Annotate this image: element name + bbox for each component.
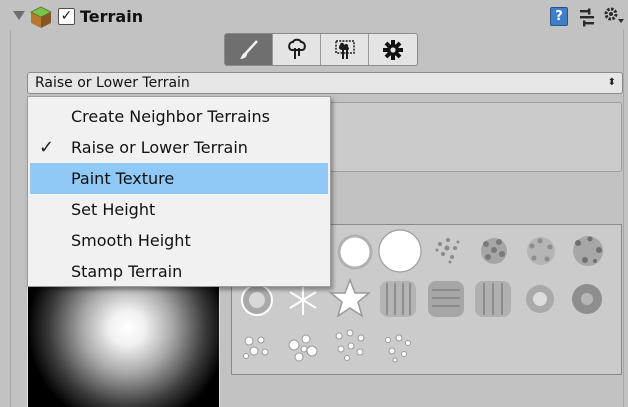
brush-texture-3[interactable] <box>472 278 514 320</box>
brush-noise-3[interactable] <box>520 230 562 272</box>
brush-circle-large[interactable] <box>377 228 423 274</box>
menu-item-create-neighbor-terrains[interactable]: Create Neighbor Terrains <box>28 101 330 132</box>
presets-sliders-icon[interactable] <box>577 7 597 27</box>
menu-item-label: Smooth Height <box>71 231 191 250</box>
brush-noise-1[interactable] <box>428 230 470 272</box>
tool-terrain-settings[interactable] <box>369 34 417 65</box>
dropdown-arrows-icon: ⬍ <box>607 77 616 88</box>
component-title: Terrain <box>80 7 144 26</box>
tool-paint-trees[interactable] <box>273 34 321 65</box>
terrain-cube-icon <box>30 6 52 28</box>
menu-item-set-height[interactable]: Set Height <box>28 194 330 225</box>
brush-bubbles-1[interactable] <box>236 327 278 369</box>
terrain-mode-dropdown[interactable]: Raise or Lower Terrain ⬍ <box>27 72 623 94</box>
menu-item-label: Create Neighbor Terrains <box>71 107 270 126</box>
brush-circle-small[interactable] <box>334 231 376 273</box>
menu-item-paint-texture[interactable]: Paint Texture <box>30 163 328 194</box>
brush-texture-1[interactable] <box>377 278 419 320</box>
help-book-icon[interactable]: ? <box>550 7 568 26</box>
gear-icon <box>383 39 403 60</box>
brush-cloud-3[interactable] <box>566 278 608 320</box>
menu-item-label: Raise or Lower Terrain <box>71 138 248 157</box>
checkmark-icon: ✓ <box>39 137 55 158</box>
component-settings-gear-icon[interactable] <box>603 6 625 26</box>
brush-texture-2[interactable] <box>425 278 467 320</box>
terrain-tool-toolbar <box>224 33 418 66</box>
brush-noise-2[interactable] <box>473 230 515 272</box>
menu-item-smooth-height[interactable]: Smooth Height <box>28 225 330 256</box>
terrain-mode-popup-menu: Create Neighbor Terrains ✓ Raise or Lowe… <box>27 96 331 287</box>
paintbrush-icon <box>239 39 258 59</box>
tree-icon <box>287 38 306 59</box>
menu-item-stamp-terrain[interactable]: Stamp Terrain <box>28 256 330 287</box>
brush-cloud-2[interactable] <box>519 278 561 320</box>
foldout-arrow-icon[interactable] <box>13 11 25 20</box>
menu-item-label: Stamp Terrain <box>71 262 183 281</box>
terrain-inspector-panel: ✓ Terrain ? Raise or Lower Terrain ⬍ Cre… <box>0 0 628 407</box>
component-enabled-checkbox[interactable]: ✓ <box>58 8 75 25</box>
terrain-mode-value: Raise or Lower Terrain <box>35 75 190 91</box>
brush-star[interactable] <box>329 277 371 319</box>
tool-paint-details[interactable] <box>321 34 369 65</box>
menu-item-label: Paint Texture <box>71 169 175 188</box>
component-header: ✓ Terrain ? <box>0 0 628 34</box>
brush-noise-4[interactable] <box>567 230 609 272</box>
tool-paint-terrain[interactable] <box>225 34 273 65</box>
menu-item-raise-or-lower-terrain[interactable]: ✓ Raise or Lower Terrain <box>28 132 330 163</box>
menu-item-label: Set Height <box>71 200 156 219</box>
brush-bubbles-2[interactable] <box>282 327 324 369</box>
detail-grass-icon <box>334 39 355 59</box>
brush-bubbles-4[interactable] <box>377 327 419 369</box>
brush-bubbles-3[interactable] <box>329 324 371 366</box>
